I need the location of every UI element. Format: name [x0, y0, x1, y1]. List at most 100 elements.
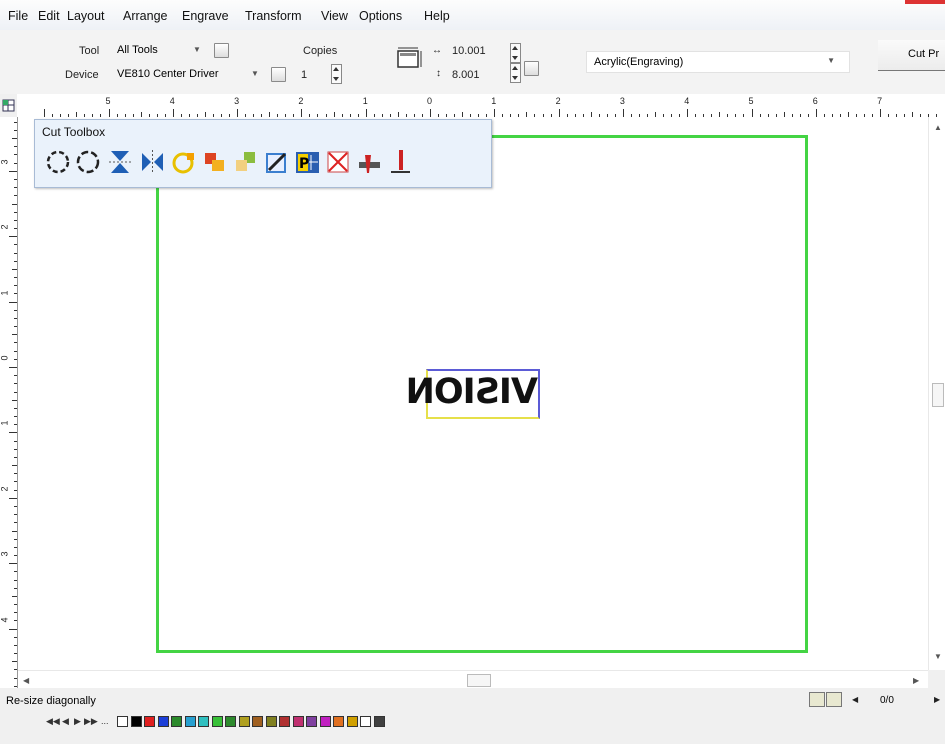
knife-icon[interactable]: [356, 147, 383, 177]
copies-input[interactable]: 1: [301, 69, 307, 81]
scroll-right-icon[interactable]: ▶: [913, 676, 919, 685]
layer-swatch-12[interactable]: [279, 716, 290, 727]
menu-layout[interactable]: Layout: [67, 9, 105, 23]
layer-swatch-15[interactable]: [319, 716, 331, 727]
horizontal-scrollbar[interactable]: ◀ ▶: [18, 670, 928, 689]
layer-first-icon[interactable]: ◀◀: [46, 716, 60, 727]
ruler-tick: [9, 628, 17, 630]
window-accent: [905, 0, 945, 4]
flip-horizontal-icon[interactable]: [139, 147, 166, 177]
layer-swatch-3[interactable]: [157, 716, 169, 727]
ruler-tick: [14, 309, 17, 311]
material-select[interactable]: Acrylic(Engraving) ▼: [586, 51, 850, 73]
height-input[interactable]: 8.001: [452, 69, 480, 81]
layer-swatch-5[interactable]: [184, 716, 196, 727]
ruler-tick: [14, 448, 17, 450]
vertical-ruler[interactable]: 3 2 1 0 1 2 3 4: [0, 117, 18, 688]
ruler-tick: [237, 109, 239, 117]
ruler-tick: [14, 326, 17, 328]
tool-more-button[interactable]: [214, 43, 229, 58]
ruler-number: 4: [0, 617, 10, 623]
ruler-tick: [14, 644, 17, 646]
ruler-tick: [14, 121, 17, 123]
layer-swatch-16[interactable]: [333, 716, 344, 727]
vertical-scrollbar[interactable]: ▲ ▼: [928, 117, 945, 670]
layer-next-icon[interactable]: ▶: [74, 716, 81, 727]
ruler-tick: [14, 195, 17, 197]
blade-depth-icon[interactable]: [387, 147, 414, 177]
layer-swatch-18[interactable]: [360, 716, 371, 727]
horizontal-scroll-thumb[interactable]: [467, 674, 491, 687]
ruler-corner[interactable]: [0, 94, 17, 117]
layer-swatch-4[interactable]: [171, 716, 182, 727]
page-add-icon[interactable]: [826, 692, 842, 707]
device-dropdown-icon[interactable]: ▼: [249, 68, 261, 80]
menu-transform[interactable]: Transform: [245, 9, 302, 23]
layer-swatch-13[interactable]: [292, 716, 304, 727]
circle-dashed-reverse-icon[interactable]: [75, 147, 102, 177]
menu-view[interactable]: View: [321, 9, 348, 23]
circle-dashed-icon[interactable]: [45, 147, 72, 177]
tool-dropdown-icon[interactable]: ▼: [191, 44, 203, 56]
layer-swatch-9[interactable]: [238, 716, 250, 727]
layer-swatch-8[interactable]: [225, 716, 236, 727]
menu-help[interactable]: Help: [424, 9, 450, 23]
cross-icon[interactable]: [325, 147, 352, 177]
trim-icon[interactable]: [232, 147, 259, 177]
scroll-left-icon[interactable]: ◀: [23, 676, 29, 685]
prev-page-icon[interactable]: ◀: [852, 695, 858, 704]
layer-prev-icon[interactable]: ◀: [62, 716, 69, 727]
menu-file[interactable]: File: [8, 9, 28, 23]
layer-more-icon[interactable]: ...: [101, 716, 109, 726]
menu-options[interactable]: Options: [359, 9, 402, 23]
layer-swatch-7[interactable]: [211, 716, 223, 727]
selected-text-object[interactable]: VISION: [407, 369, 540, 419]
layer-swatch-19[interactable]: [373, 716, 385, 727]
ruler-tick: [687, 109, 689, 117]
scroll-down-icon[interactable]: ▼: [934, 652, 942, 661]
combine-icon[interactable]: [201, 147, 228, 177]
menu-engrave[interactable]: Engrave: [182, 9, 229, 23]
layer-bar: ◀◀ ◀ ▶ ▶▶ ...: [0, 710, 945, 744]
ruler-tick: [12, 595, 17, 597]
p-mark-icon[interactable]: P: [294, 147, 321, 177]
layer-last-icon[interactable]: ▶▶: [84, 716, 98, 727]
ruler-tick: [14, 162, 17, 164]
layer-swatch-14[interactable]: [306, 716, 317, 727]
copies-spinner[interactable]: [331, 64, 342, 84]
layer-swatch-10[interactable]: [252, 716, 263, 727]
weld-icon[interactable]: [171, 147, 198, 177]
ruler-number: 2: [0, 224, 10, 230]
size-more-button[interactable]: [524, 61, 539, 76]
ruler-tick: [14, 505, 17, 507]
height-spinner[interactable]: [510, 63, 521, 83]
scroll-up-icon[interactable]: ▲: [934, 123, 942, 132]
layer-swatch-6[interactable]: [198, 716, 209, 727]
width-input[interactable]: 10.001: [452, 45, 486, 57]
horizontal-ruler[interactable]: 5 4 3 2 1 0 1 2 3 4 5 6 7: [17, 94, 945, 118]
edit-node-icon[interactable]: [263, 147, 290, 177]
menu-edit[interactable]: Edit: [38, 9, 60, 23]
layer-swatch-17[interactable]: [346, 716, 358, 727]
layer-swatch-0[interactable]: [117, 716, 128, 727]
layer-swatch-1[interactable]: [130, 716, 142, 727]
ruler-tick: [14, 612, 17, 614]
ruler-tick: [365, 109, 367, 117]
cut-toolbox-panel[interactable]: Cut Toolbox P: [34, 119, 492, 188]
flip-vertical-icon[interactable]: [107, 147, 134, 177]
ruler-tick: [14, 424, 17, 426]
device-select[interactable]: VE810 Center Driver: [116, 65, 248, 84]
page-size-icon: [397, 47, 422, 68]
width-spinner[interactable]: [510, 43, 521, 63]
ruler-tick: [494, 109, 496, 117]
ruler-tick: [14, 685, 17, 687]
next-page-icon[interactable]: ▶: [934, 695, 940, 704]
menu-arrange[interactable]: Arrange: [123, 9, 167, 23]
cut-preview-button[interactable]: Cut Pr: [878, 40, 945, 71]
page-icon[interactable]: [809, 692, 825, 707]
material-dropdown-icon: ▼: [827, 56, 835, 65]
device-more-button[interactable]: [271, 67, 286, 82]
layer-swatch-2[interactable]: [144, 716, 155, 727]
layer-swatch-11[interactable]: [265, 716, 277, 727]
vertical-scroll-thumb[interactable]: [932, 383, 944, 407]
